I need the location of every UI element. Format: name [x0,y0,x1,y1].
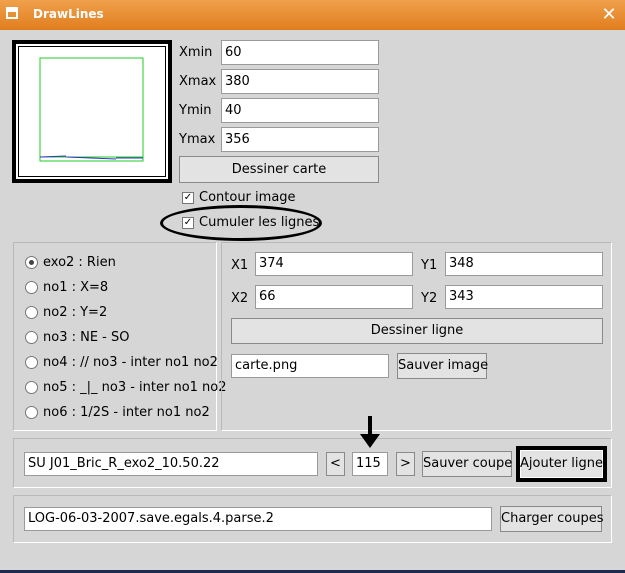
x2-field[interactable]: 66 [255,285,413,309]
ymax-field[interactable]: 356 [221,127,379,152]
exercise-radio-no1[interactable] [25,281,38,294]
map-preview-drawing [39,57,144,162]
draw-map-button[interactable]: Dessiner carte [179,156,379,183]
load-cuts-button[interactable]: Charger coupes [500,506,604,532]
ymin-label: Ymin [179,103,212,118]
previous-cut-button[interactable]: < [326,452,345,476]
x1-field[interactable]: 374 [255,252,413,276]
exercise-radio-no5[interactable] [25,381,38,394]
exercise-radio-no2[interactable] [25,306,38,319]
y2-label: Y2 [421,291,438,306]
map-preview [12,40,172,183]
cut-name-field[interactable]: SU J01_Bric_R_exo2_10.50.22 [24,452,318,476]
xmin-field[interactable]: 60 [221,40,379,65]
save-image-button[interactable]: Sauver image [397,353,488,379]
xmax-field[interactable]: 380 [221,69,379,94]
contour-image-checkbox[interactable]: ✓ [182,192,194,204]
exercise-label: no4 : // no3 - inter no1 no2 [43,355,218,370]
drawlines-window: DrawLines ✕ Xmin 60 Xmax 380 Ymin 40 Yma… [0,0,625,570]
draw-line-button[interactable]: Dessiner ligne [231,318,603,344]
xmax-label: Xmax [179,74,217,89]
exercise-label: exo2 : Rien [43,255,116,270]
exercise-label: no6 : 1/2S - inter no1 no2 [43,405,210,420]
exercise-radio-no3[interactable] [25,331,38,344]
close-icon[interactable]: ✕ [598,4,620,26]
contour-image-label: Contour image [199,190,296,205]
y1-label: Y1 [421,258,438,273]
add-line-button[interactable]: Ajouter ligne [516,446,607,482]
window-title: DrawLines [33,7,104,21]
window-menu-icon[interactable] [6,7,18,19]
y2-field[interactable]: 343 [445,285,603,309]
cumulate-lines-checkbox[interactable]: ✓ [182,217,194,229]
image-file-field[interactable]: carte.png [231,354,389,378]
title-bar[interactable]: DrawLines ✕ [0,0,625,30]
arrow-down-icon [360,416,380,448]
x1-label: X1 [231,258,249,273]
exercise-radio-no6[interactable] [25,406,38,419]
exercise-radio-no4[interactable] [25,356,38,369]
x2-label: X2 [231,291,249,306]
cumulate-lines-label: Cumuler les lignes [199,215,320,230]
save-cut-button[interactable]: Sauver coupe [422,451,512,477]
y1-field[interactable]: 348 [445,252,603,276]
exercise-label: no1 : X=8 [43,280,109,295]
exercise-radio-exo2[interactable] [25,256,38,269]
log-file-field[interactable]: LOG-06-03-2007.save.egals.4.parse.2 [24,507,492,531]
next-cut-button[interactable]: > [396,452,415,476]
ymax-label: Ymax [179,132,216,147]
xmin-label: Xmin [179,45,213,60]
exercise-label: no5 : _|_ no3 - inter no1 no2 [43,380,227,395]
exercise-label: no3 : NE - SO [43,330,130,345]
cut-index-field[interactable]: 115 [352,452,388,476]
exercise-label: no2 : Y=2 [43,305,108,320]
ymin-field[interactable]: 40 [221,98,379,123]
